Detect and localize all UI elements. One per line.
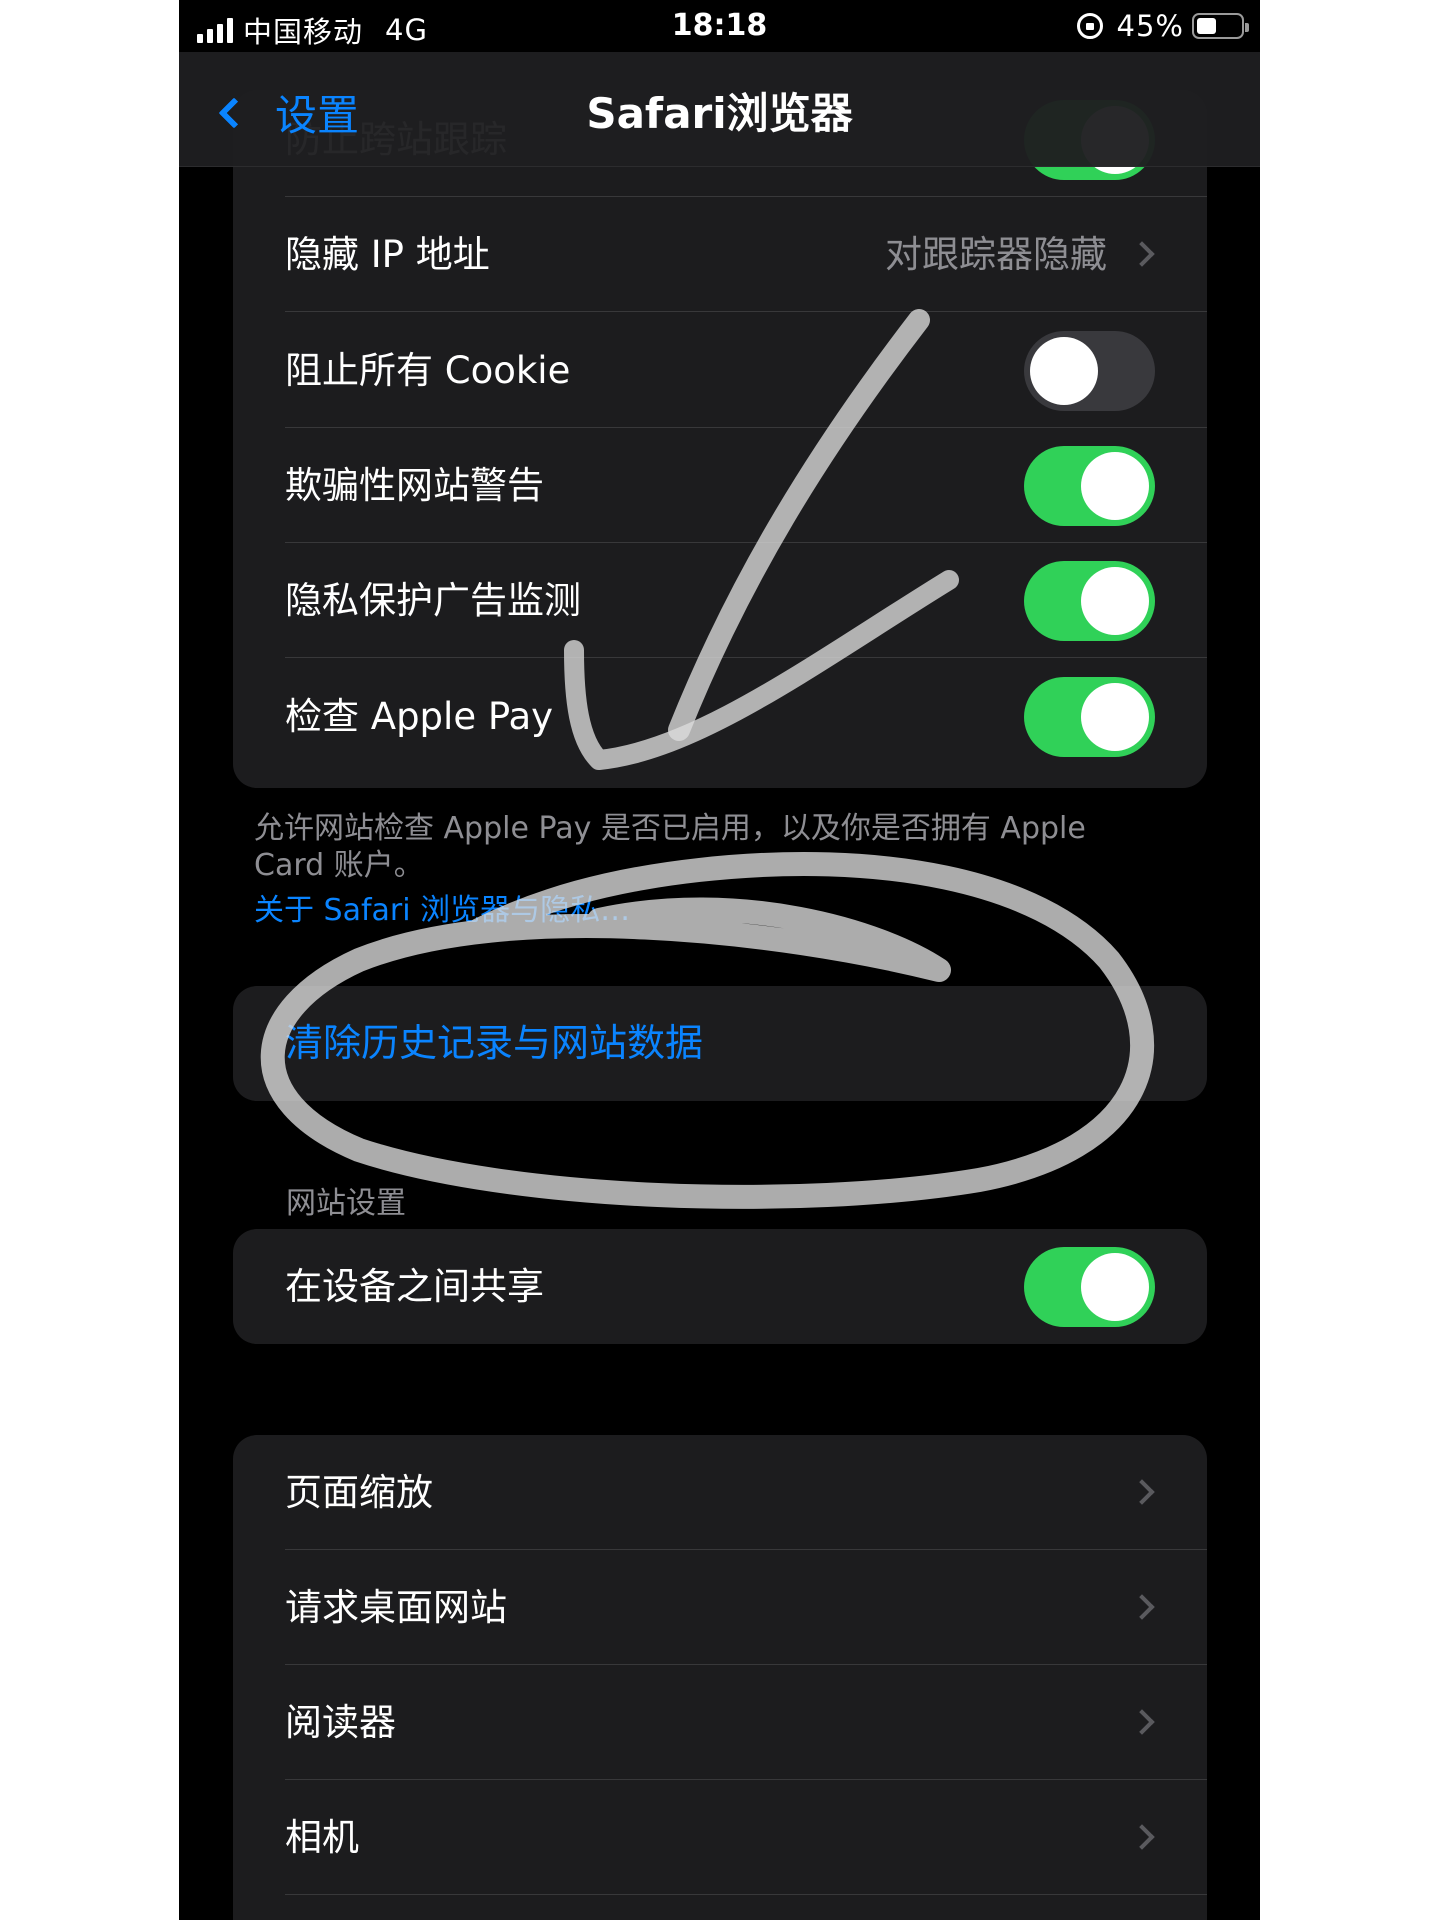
row-share-across-devices: 在设备之间共享 [233, 1229, 1207, 1344]
row-label: 隐藏 IP 地址 [285, 233, 490, 276]
chevron-right-icon [1129, 241, 1155, 267]
row-separator [285, 1894, 1207, 1895]
list-item-reader[interactable]: 阅读器 [233, 1665, 1207, 1780]
row-separator [285, 657, 1207, 658]
row-label: 页面缩放 [285, 1471, 433, 1514]
row-label: 在设备之间共享 [285, 1265, 544, 1308]
toggle-knob [1030, 337, 1098, 405]
battery-percent: 45% [1116, 9, 1184, 43]
toggle-knob [1081, 1253, 1149, 1321]
row-separator [285, 311, 1207, 312]
toggle-knob [1081, 683, 1149, 751]
toggle-knob [1081, 567, 1149, 635]
clear-history-button[interactable]: 清除历史记录与网站数据 [285, 986, 703, 1101]
battery-icon [1192, 13, 1249, 39]
row-label: 请求桌面网站 [285, 1586, 507, 1629]
row-label: 欺骗性网站警告 [285, 464, 544, 507]
chevron-right-icon [1129, 1479, 1155, 1505]
ad-measurement-toggle[interactable] [1024, 561, 1155, 641]
battery-fill [1197, 18, 1216, 34]
page-title: Safari浏览器 [586, 89, 853, 138]
phone-screen: 中国移动 4G 18:18 45% 设置 Safari浏览器 防止跨站跟踪 隐藏… [179, 0, 1260, 1920]
rotation-lock-icon [1076, 13, 1103, 39]
website-settings-group: 在设备之间共享 [233, 1229, 1207, 1344]
list-item-page-zoom[interactable]: 页面缩放 [233, 1435, 1207, 1550]
row-label: 阻止所有 Cookie [285, 349, 571, 392]
chevron-right-icon [1129, 1709, 1155, 1735]
row-fraud-warning: 欺骗性网站警告 [233, 428, 1207, 543]
row-label: 隐私保护广告监测 [285, 579, 581, 622]
fraud-warning-toggle[interactable] [1024, 446, 1155, 526]
privacy-group: 防止跨站跟踪 隐藏 IP 地址 对跟踪器隐藏 阻止所有 Cookie 欺骗性网站… [233, 90, 1207, 788]
block-cookies-toggle[interactable] [1024, 331, 1155, 411]
row-value: 对跟踪器隐藏 [885, 233, 1107, 276]
navigation-bar: 设置 Safari浏览器 [179, 52, 1260, 167]
list-item-camera[interactable]: 相机 [233, 1780, 1207, 1895]
clear-history-group: 清除历史记录与网站数据 [233, 986, 1207, 1101]
row-ad-measurement: 隐私保护广告监测 [233, 543, 1207, 658]
chevron-right-icon [1129, 1594, 1155, 1620]
chevron-right-icon [1129, 1824, 1155, 1850]
apple-pay-toggle[interactable] [1024, 677, 1155, 757]
row-block-cookies: 阻止所有 Cookie [233, 313, 1207, 428]
row-label: 相机 [285, 1816, 359, 1859]
list-item-request-desktop[interactable]: 请求桌面网站 [233, 1550, 1207, 1665]
status-right: 45% [1076, 9, 1249, 43]
share-across-devices-toggle[interactable] [1024, 1247, 1155, 1327]
privacy-footer-text: 允许网站检查 Apple Pay 是否已启用，以及你是否拥有 Apple Car… [254, 811, 1086, 883]
about-privacy-link[interactable]: 关于 Safari 浏览器与隐私… [254, 885, 630, 929]
toggle-knob [1081, 452, 1149, 520]
status-bar: 中国移动 4G 18:18 45% [179, 0, 1260, 52]
row-check-apple-pay: 检查 Apple Pay [233, 659, 1207, 774]
row-hide-ip[interactable]: 隐藏 IP 地址 对跟踪器隐藏 [233, 197, 1207, 312]
row-label: 阅读器 [285, 1701, 396, 1744]
row-label: 检查 Apple Pay [285, 695, 554, 738]
per-site-settings-group: 页面缩放 请求桌面网站 阅读器 相机 [233, 1435, 1207, 1920]
website-settings-header: 网站设置 [286, 1186, 406, 1221]
